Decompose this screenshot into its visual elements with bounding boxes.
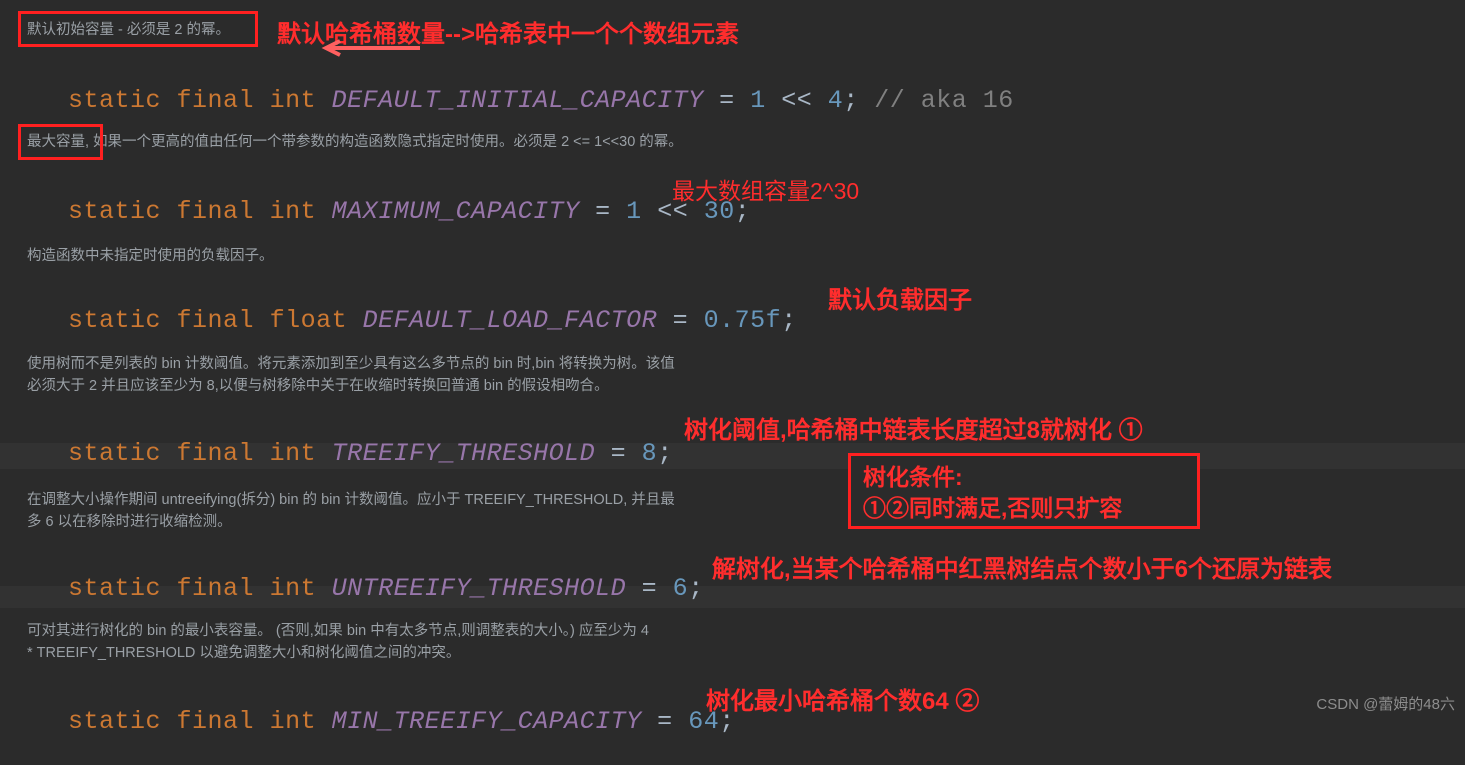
- identifier-untreeify-threshold: UNTREEIFY_THRESHOLD: [331, 574, 627, 603]
- callout-line-1: 树化条件:: [863, 464, 963, 490]
- watermark: CSDN @蕾姆的48六: [1316, 696, 1455, 713]
- kw-static: static: [68, 86, 162, 115]
- anno-treeify: 树化阈值,哈希桶中链表长度超过8就树化 ①: [684, 417, 1143, 444]
- code-line-default-load-factor: static final float DEFAULT_LOAD_FACTOR =…: [68, 306, 797, 335]
- code-line-untreeify-threshold: static final int UNTREEIFY_THRESHOLD = 6…: [68, 574, 704, 603]
- code-line-maximum-capacity: static final int MAXIMUM_CAPACITY = 1 <<…: [68, 197, 751, 226]
- doc-treeify-threshold: 使用树而不是列表的 bin 计数阈值。将元素添加到至少具有这么多节点的 bin …: [27, 356, 675, 394]
- redbox-default-initial-capacity: [18, 11, 258, 47]
- kw-int: int: [269, 86, 317, 115]
- callout-line-2: ①②同时满足,否则只扩容: [863, 495, 1123, 521]
- anno-untreeify: 解树化,当某个哈希桶中红黑树结点个数小于6个还原为链表: [712, 556, 1333, 583]
- callout-treeify-condition: 树化条件: ①②同时满足,否则只扩容: [848, 453, 1200, 529]
- identifier-treeify-threshold: TREEIFY_THRESHOLD: [331, 439, 596, 468]
- kw-final: final: [176, 86, 255, 115]
- anno-min-treeify: 树化最小哈希桶个数64 ②: [706, 688, 980, 715]
- doc-maximum-capacity: 最大容量, 如果一个更高的值由任何一个带参数的构造函数隐式指定时使用。必须是 2…: [27, 134, 683, 150]
- code-line-treeify-threshold: static final int TREEIFY_THRESHOLD = 8;: [68, 439, 673, 468]
- kw-float: float: [269, 306, 348, 335]
- identifier-default-load-factor: DEFAULT_LOAD_FACTOR: [362, 306, 658, 335]
- doc-min-treeify-capacity: 可对其进行树化的 bin 的最小表容量。 (否则,如果 bin 中有太多节点,则…: [27, 623, 649, 661]
- anno-default-load-factor: 默认负载因子: [828, 287, 972, 314]
- doc-untreeify-threshold: 在调整大小操作期间 untreeifying(拆分) bin 的 bin 计数阈…: [27, 492, 675, 530]
- identifier-default-initial-capacity: DEFAULT_INITIAL_CAPACITY: [331, 86, 704, 115]
- comment-aka-16: // aka 16: [874, 86, 1014, 115]
- code-editor-screenshot: 默认初始容量 - 必须是 2 的幂。 默认哈希桶数量-->哈希表中一个个数组元素…: [0, 0, 1465, 736]
- identifier-maximum-capacity: MAXIMUM_CAPACITY: [331, 197, 580, 226]
- arrow-pointer: [321, 39, 420, 57]
- doc-default-load-factor: 构造函数中未指定时使用的负载因子。: [27, 248, 274, 264]
- anno-max-array-capacity: 最大数组容量2^30: [672, 178, 860, 204]
- code-line-min-treeify-capacity: static final int MIN_TREEIFY_CAPACITY = …: [68, 707, 735, 736]
- identifier-min-treeify-capacity: MIN_TREEIFY_CAPACITY: [331, 707, 642, 736]
- redbox-maximum-capacity: [18, 124, 103, 160]
